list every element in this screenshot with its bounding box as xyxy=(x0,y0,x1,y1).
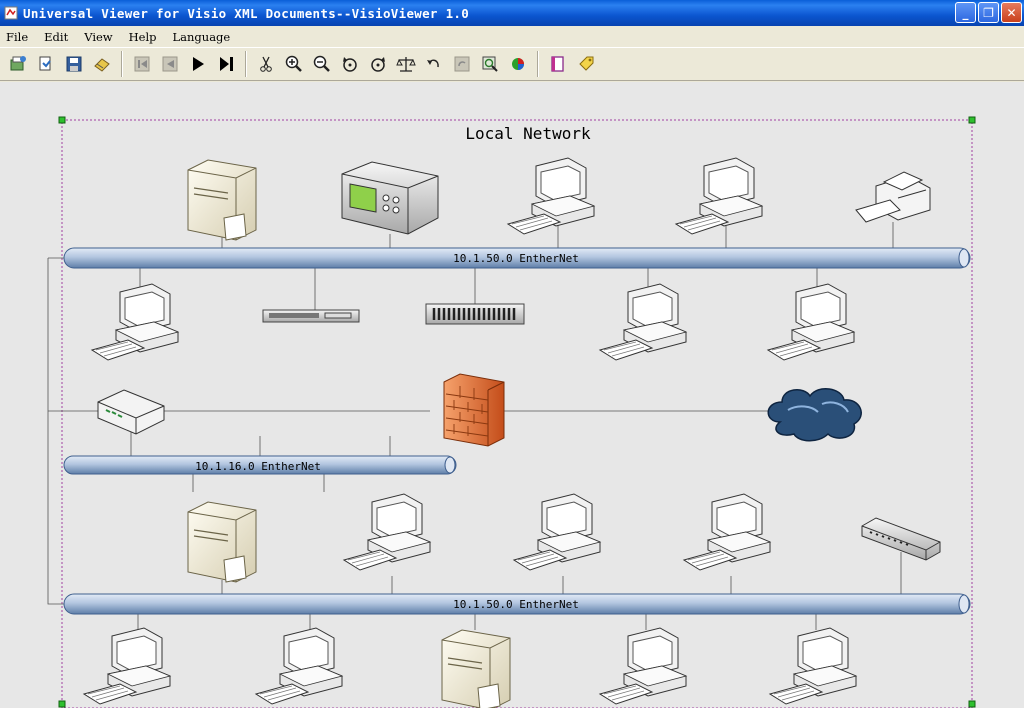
workstation-icon[interactable] xyxy=(91,283,179,361)
rack-device-icon[interactable] xyxy=(262,309,360,323)
toolbar-separator xyxy=(121,51,123,77)
zoom-fit-button[interactable] xyxy=(476,50,504,78)
open-icon xyxy=(10,56,26,71)
workstation-icon[interactable] xyxy=(255,627,343,705)
bus-label: 10.1.50.0 EntherNet xyxy=(453,598,579,611)
server-icon[interactable] xyxy=(187,159,257,241)
selection-handle[interactable] xyxy=(58,116,66,124)
export-button[interactable] xyxy=(88,50,116,78)
save-button[interactable] xyxy=(60,50,88,78)
printer-icon[interactable] xyxy=(855,171,931,223)
menu-bar: File Edit View Help Language xyxy=(0,26,1024,47)
selection-handle[interactable] xyxy=(58,700,66,708)
previous-page-button[interactable] xyxy=(156,50,184,78)
previous-page-icon xyxy=(162,56,178,72)
color-icon xyxy=(512,58,524,70)
window-title: Universal Viewer for Visio XML Documents… xyxy=(23,5,470,21)
menu-file[interactable]: File xyxy=(4,29,30,45)
ethernet-bus-middle[interactable]: 10.1.16.0 EntherNet xyxy=(63,455,457,475)
workstation-icon[interactable] xyxy=(507,157,595,235)
last-page-button[interactable] xyxy=(212,50,240,78)
workstation-icon[interactable] xyxy=(343,493,431,571)
ethernet-bus-top[interactable]: 10.1.50.0 EntherNet xyxy=(63,247,971,269)
maximize-button[interactable]: ❐ xyxy=(978,2,999,23)
minimize-button[interactable]: _ xyxy=(955,2,976,23)
zoom-out-icon xyxy=(313,55,330,72)
first-page-icon xyxy=(134,56,150,72)
workstation-icon[interactable] xyxy=(675,157,763,235)
tag-icon xyxy=(579,56,594,71)
zoom-out-button[interactable] xyxy=(308,50,336,78)
ethernet-bus-bottom[interactable]: 10.1.50.0 EntherNet xyxy=(63,593,971,615)
analyzer-icon[interactable] xyxy=(341,161,439,235)
workstation-icon[interactable] xyxy=(599,283,687,361)
open-button[interactable] xyxy=(4,50,32,78)
workstation-icon[interactable] xyxy=(767,283,855,361)
zoom-fit-icon xyxy=(482,56,498,72)
toolbar-separator xyxy=(245,51,247,77)
menu-edit[interactable]: Edit xyxy=(42,29,70,45)
redo-button[interactable] xyxy=(448,50,476,78)
book-button[interactable] xyxy=(544,50,572,78)
workstation-icon[interactable] xyxy=(83,627,171,705)
open-file-icon xyxy=(39,56,51,71)
network-diagram: Local Network 10.1.50.0 EntherNet 10.1.1… xyxy=(47,116,976,708)
close-button[interactable]: ✕ xyxy=(1001,2,1022,23)
book-icon xyxy=(551,56,564,72)
save-icon xyxy=(66,56,82,72)
tag-button[interactable] xyxy=(572,50,600,78)
export-icon xyxy=(94,58,110,72)
toolbar xyxy=(0,47,1024,81)
balance-icon xyxy=(396,57,416,72)
bus-label: 10.1.50.0 EntherNet xyxy=(453,252,579,265)
cloud-icon[interactable] xyxy=(767,388,862,442)
server-icon[interactable] xyxy=(441,629,511,708)
selection-handle[interactable] xyxy=(968,700,976,708)
workstation-icon[interactable] xyxy=(769,627,857,705)
router-icon[interactable] xyxy=(97,389,165,435)
workstation-icon[interactable] xyxy=(599,627,687,705)
toolbar-separator xyxy=(537,51,539,77)
app-icon xyxy=(4,6,18,20)
rotate-right-button[interactable] xyxy=(364,50,392,78)
menu-view[interactable]: View xyxy=(82,29,114,45)
balance-button[interactable] xyxy=(392,50,420,78)
rotate-left-button[interactable] xyxy=(336,50,364,78)
drawing-canvas[interactable]: Local Network 10.1.50.0 EntherNet 10.1.1… xyxy=(0,82,1024,708)
undo-button[interactable] xyxy=(420,50,448,78)
cut-icon xyxy=(260,56,272,72)
zoom-in-icon xyxy=(285,55,302,72)
next-page-button[interactable] xyxy=(184,50,212,78)
diagram-title: Local Network xyxy=(465,124,591,143)
cut-button[interactable] xyxy=(252,50,280,78)
zoom-in-button[interactable] xyxy=(280,50,308,78)
title-bar[interactable]: Universal Viewer for Visio XML Documents… xyxy=(0,0,1024,26)
open-file-button[interactable] xyxy=(32,50,60,78)
menu-help[interactable]: Help xyxy=(127,29,159,45)
rotate-right-icon xyxy=(371,57,385,72)
selection-handle[interactable] xyxy=(968,116,976,124)
menu-language[interactable]: Language xyxy=(171,29,233,45)
workstation-icon[interactable] xyxy=(513,493,601,571)
bus-label: 10.1.16.0 EntherNet xyxy=(195,460,321,473)
last-page-icon xyxy=(220,57,233,71)
firewall-icon[interactable] xyxy=(443,373,505,447)
undo-icon xyxy=(427,59,439,68)
first-page-button[interactable] xyxy=(128,50,156,78)
rotate-left-icon xyxy=(343,57,357,72)
server-icon[interactable] xyxy=(187,501,257,583)
color-button[interactable] xyxy=(504,50,532,78)
next-page-icon xyxy=(193,57,204,71)
redo-icon xyxy=(454,56,470,72)
rack-switch-icon[interactable] xyxy=(425,303,525,325)
workstation-icon[interactable] xyxy=(683,493,771,571)
